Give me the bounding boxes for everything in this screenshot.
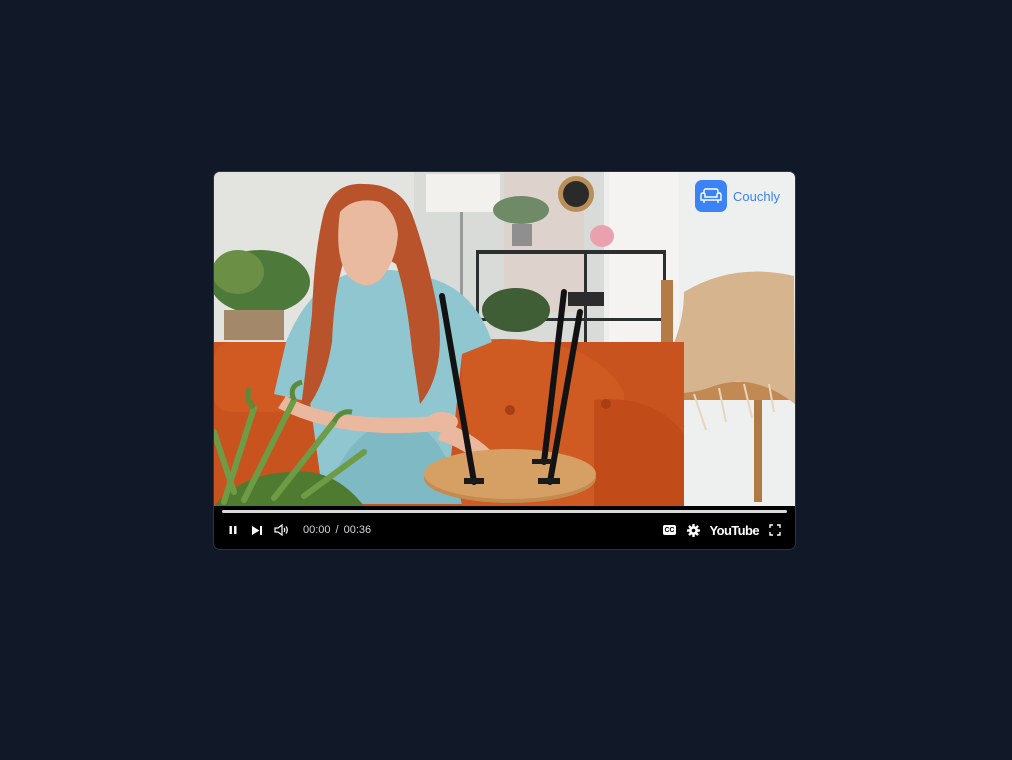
sofa-icon [695, 180, 728, 212]
settings-button[interactable] [686, 519, 702, 541]
next-icon [252, 525, 262, 535]
brand-name: Couchly [733, 188, 780, 204]
captions-button[interactable]: CC [662, 519, 678, 541]
captions-icon: CC [663, 525, 677, 535]
volume-button[interactable] [271, 519, 293, 541]
next-button[interactable] [247, 519, 267, 541]
video-player[interactable]: Couchly 00:00 / 00:36 CC YouTube [214, 172, 795, 549]
youtube-logo: YouTube [709, 522, 760, 538]
brand-logo[interactable]: Couchly [695, 180, 780, 212]
current-time: 00:00 [303, 524, 331, 536]
video-frame-image [214, 172, 795, 506]
progress-bar[interactable] [222, 510, 787, 513]
youtube-link[interactable]: YouTube [709, 519, 760, 541]
time-display: 00:00 / 00:36 [303, 524, 371, 536]
duration: 00:36 [343, 524, 372, 536]
fullscreen-button[interactable] [767, 519, 783, 541]
video-frame[interactable]: Couchly [214, 172, 795, 506]
pause-button[interactable] [223, 519, 243, 541]
settings-gear-icon [687, 523, 701, 537]
volume-icon [274, 524, 288, 536]
player-controls: 00:00 / 00:36 CC YouTube [214, 506, 795, 549]
pause-icon [229, 526, 237, 534]
time-separator: / [335, 524, 339, 536]
fullscreen-icon [769, 524, 781, 536]
